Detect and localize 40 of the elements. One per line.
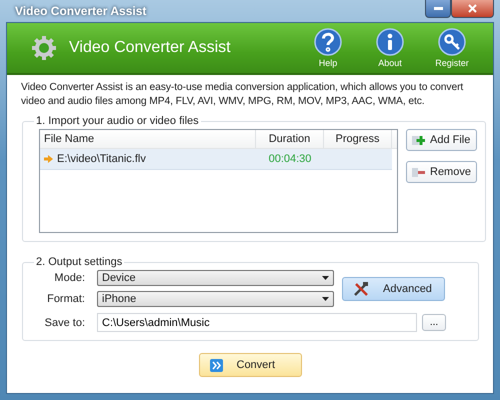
window-title: Video Converter Assist <box>14 4 146 18</box>
add-icon <box>412 134 425 146</box>
forward-icon <box>210 358 222 372</box>
about-button[interactable]: About <box>359 28 421 68</box>
dropdown-arrow-icon <box>322 276 329 280</box>
minimize-icon <box>434 7 442 10</box>
close-icon <box>468 4 477 13</box>
register-button[interactable]: Register <box>421 28 483 68</box>
info-icon <box>376 28 404 56</box>
minimize-button[interactable] <box>425 0 451 18</box>
remove-icon <box>412 166 425 178</box>
file-row[interactable]: E:\video\Titanic.flv 00:04:30 <box>40 149 392 170</box>
field-label: Format: <box>46 293 85 305</box>
save-path-field[interactable]: C:\Users\admin\Music <box>97 313 417 332</box>
advanced-button[interactable]: Advanced <box>342 276 445 300</box>
app-name: Video Converter Assist <box>69 39 232 57</box>
duration-text: 00:04:30 <box>268 153 312 165</box>
column-header[interactable]: File Name <box>40 130 256 148</box>
gear-icon <box>31 35 57 61</box>
dropdown[interactable]: iPhone <box>97 291 334 307</box>
field-label: Save to: <box>44 316 85 328</box>
dropdown-arrow-icon <box>322 297 329 301</box>
add-file-button[interactable]: Add File <box>406 129 477 151</box>
close-button[interactable] <box>451 0 494 18</box>
tools-icon <box>353 280 369 296</box>
group-title: 1. Import your audio or video files <box>35 115 200 127</box>
description-text: Video Converter Assist is an easy-to-use media conversion application, which allows you to convert video and audio files among MP4, FLV, AVI, WMV, MPG, RM, MOV, MP3, AAC, WMA, etc. <box>21 81 464 109</box>
help-icon <box>314 28 342 56</box>
convert-button[interactable]: Convert <box>198 353 302 377</box>
browse-button[interactable]: ... <box>422 314 446 331</box>
dropdown[interactable]: Device <box>97 270 334 286</box>
arrow-icon <box>44 155 53 163</box>
remove-file-button[interactable]: Remove <box>406 161 477 183</box>
file-name: E:\video\Titanic.flv <box>57 153 146 165</box>
field-label: Mode: <box>53 272 85 284</box>
column-header[interactable]: Progress <box>324 130 392 148</box>
help-button[interactable]: Help <box>297 28 359 68</box>
column-header[interactable]: Duration <box>256 130 324 148</box>
group-title: 2. Output settings <box>35 256 124 268</box>
key-icon <box>438 28 466 56</box>
